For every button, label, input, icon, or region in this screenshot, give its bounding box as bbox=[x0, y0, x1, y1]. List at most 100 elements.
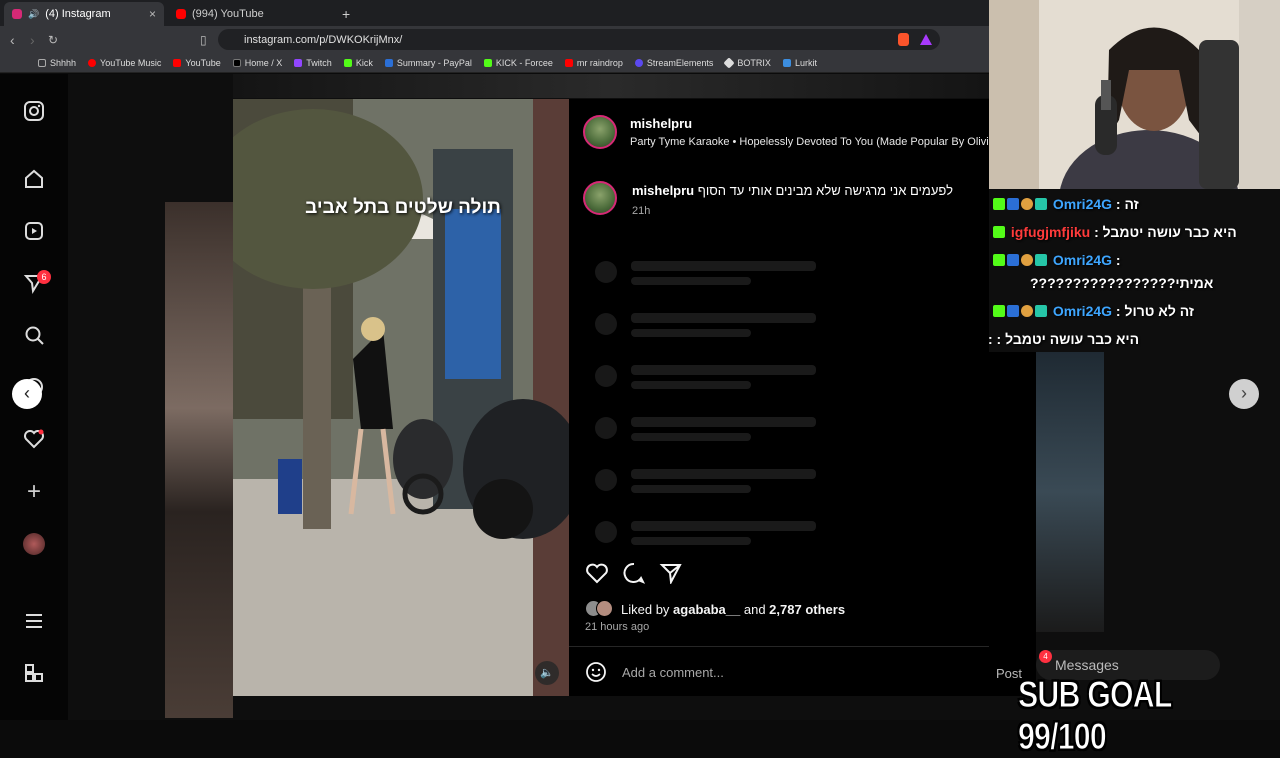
more-menu-icon[interactable] bbox=[22, 610, 46, 634]
reload-icon[interactable]: ↻ bbox=[48, 33, 58, 47]
author-username[interactable]: mishelpru bbox=[630, 116, 692, 131]
profile-avatar[interactable] bbox=[22, 533, 46, 557]
bookmark-item[interactable]: Home / X bbox=[232, 58, 282, 68]
mute-button[interactable]: 🔈 bbox=[535, 661, 559, 685]
bookmark-item[interactable]: BOTRIX bbox=[723, 56, 771, 69]
loading-comment-line bbox=[631, 417, 816, 427]
chat-text: אמיתי????????????????? bbox=[1030, 275, 1214, 291]
bookmark-icon[interactable]: ▯ bbox=[200, 33, 207, 47]
chat-message: igfugjmfjiku היא כבר עושה יטמבל : bbox=[993, 224, 1237, 240]
chat-message: Omri24G זה לא טרול : bbox=[993, 303, 1194, 319]
chat-text: היא כבר עושה יטמבל : bbox=[1094, 224, 1237, 240]
loading-comment-line bbox=[631, 261, 816, 271]
kick-badge-icon bbox=[993, 226, 1005, 238]
chat-username[interactable]: Omri24G bbox=[1053, 252, 1112, 268]
loading-comment-line bbox=[631, 277, 751, 285]
bookmark-item[interactable]: YouTube Music bbox=[88, 58, 161, 68]
forward-icon[interactable]: › bbox=[30, 32, 35, 48]
liked-by-avatars bbox=[585, 600, 617, 618]
loading-comment-line bbox=[631, 381, 751, 389]
bookmark-item[interactable]: StreamElements bbox=[634, 58, 713, 68]
reels-icon[interactable] bbox=[22, 220, 46, 244]
emoji-icon[interactable] bbox=[585, 661, 607, 688]
also-from-meta-icon[interactable] bbox=[22, 662, 46, 686]
chat-message: Omri24G : bbox=[993, 252, 1121, 268]
sub-goal-overlay: SUB GOAL 99/100 bbox=[1018, 674, 1173, 758]
liked-by: Liked by agababa__ and 2,787 others bbox=[621, 602, 845, 617]
instagram-favicon-icon bbox=[12, 9, 22, 19]
url-text: instagram.com/p/DWKOKrijMnx/ bbox=[244, 33, 403, 46]
create-icon[interactable]: + bbox=[22, 480, 46, 504]
loading-comment-avatar bbox=[595, 417, 617, 439]
post-time-ago: 21 hours ago bbox=[585, 621, 650, 633]
grid-badge-icon bbox=[1035, 254, 1047, 266]
youtube-favicon-icon bbox=[176, 9, 186, 19]
address-bar: ‹ › ↻ ▯ instagram.com/p/DWKOKrijMnx/ bbox=[0, 26, 990, 53]
tab-label: (994) YouTube bbox=[192, 8, 264, 20]
chat-text: זה : bbox=[1115, 196, 1139, 212]
loading-comment-line bbox=[631, 313, 816, 323]
liked-by-prefix: Liked by bbox=[621, 602, 674, 617]
author-avatar[interactable] bbox=[583, 115, 617, 149]
comment-input[interactable]: Add a comment... bbox=[622, 665, 724, 680]
caption-avatar[interactable] bbox=[583, 181, 617, 215]
new-tab-button[interactable]: + bbox=[334, 2, 358, 26]
loading-comment-avatar bbox=[595, 365, 617, 387]
loading-comment-line bbox=[631, 329, 751, 337]
loading-comment-line bbox=[631, 521, 816, 531]
speaker-icon: 🔊 bbox=[28, 8, 40, 19]
arrow-badge-icon bbox=[1007, 305, 1019, 317]
bookmark-item[interactable]: Summary - PayPal bbox=[384, 58, 472, 68]
notification-badge: 6 bbox=[37, 270, 51, 284]
chat-username[interactable]: igfugjmfjiku bbox=[1011, 224, 1090, 240]
instagram-logo-icon[interactable] bbox=[22, 100, 46, 124]
brave-shield-icon[interactable] bbox=[898, 33, 909, 46]
previous-post-button[interactable]: ‹ bbox=[12, 379, 42, 409]
loading-comment-avatar bbox=[595, 261, 617, 283]
comment-icon[interactable] bbox=[622, 562, 646, 589]
next-post-button[interactable]: › bbox=[1229, 379, 1259, 409]
messages-badge: 4 bbox=[1039, 650, 1052, 663]
bookmark-item[interactable]: Lurkit bbox=[782, 58, 817, 68]
messages-label: Messages bbox=[1055, 657, 1119, 673]
chat-text: : bbox=[1115, 252, 1121, 268]
share-icon[interactable] bbox=[659, 562, 683, 589]
loading-comment-line bbox=[631, 485, 751, 493]
chat-text: זה לא טרול : bbox=[1115, 303, 1195, 319]
bookmark-item[interactable]: Kick bbox=[343, 58, 373, 68]
chat-username[interactable]: Omri24G bbox=[1053, 196, 1112, 212]
post-details-extension: Post bbox=[989, 352, 1036, 696]
tab-instagram[interactable]: 🔊 (4) Instagram × bbox=[4, 2, 164, 26]
bookmark-folder[interactable]: Shhhh bbox=[38, 58, 76, 68]
liked-by-others[interactable]: 2,787 others bbox=[769, 602, 845, 617]
caption-text: לפעמים אני מרגישה שלא מבינים אותי עד הסו… bbox=[697, 183, 953, 198]
streamer-webcam-illustration bbox=[989, 0, 1280, 189]
bookmark-item[interactable]: KICK - Forcee bbox=[483, 58, 553, 68]
like-icon[interactable] bbox=[585, 562, 609, 589]
gem-badge-icon bbox=[1021, 305, 1033, 317]
close-tab-icon[interactable]: × bbox=[149, 7, 156, 21]
audio-track[interactable]: Party Tyme Karaoke • Hopelessly Devoted … bbox=[630, 136, 990, 148]
grid-badge-icon bbox=[1035, 198, 1047, 210]
liked-by-user[interactable]: agababa__ bbox=[673, 602, 740, 617]
loading-comment-avatar bbox=[595, 521, 617, 543]
back-icon[interactable]: ‹ bbox=[10, 32, 15, 48]
heart-icon[interactable] bbox=[22, 428, 46, 452]
chat-username[interactable]: Omri24G bbox=[1053, 303, 1112, 319]
bookmark-item[interactable]: mr raindrop bbox=[564, 58, 623, 68]
bookmark-item[interactable]: Twitch bbox=[294, 58, 332, 68]
chat-message: היא כבר עושה יטמבל : : bbox=[988, 331, 1139, 347]
grid-badge-icon bbox=[1035, 305, 1047, 317]
video-overlay-text: תולה שלטים בתל אביב bbox=[305, 197, 501, 218]
rewards-icon[interactable] bbox=[920, 34, 932, 45]
search-icon[interactable] bbox=[22, 324, 46, 348]
loading-comment-avatar bbox=[595, 469, 617, 491]
post-video[interactable]: תולה שלטים בתל אביב 🔈 bbox=[233, 99, 569, 696]
background-feed-image bbox=[1036, 352, 1104, 632]
tab-youtube[interactable]: (994) YouTube bbox=[168, 2, 328, 26]
home-icon[interactable] bbox=[22, 168, 46, 192]
caption-username[interactable]: mishelpru bbox=[632, 183, 694, 198]
bookmark-item[interactable]: YouTube bbox=[173, 58, 221, 68]
kick-badge-icon bbox=[993, 254, 1005, 266]
url-field[interactable]: instagram.com/p/DWKOKrijMnx/ bbox=[218, 29, 940, 50]
